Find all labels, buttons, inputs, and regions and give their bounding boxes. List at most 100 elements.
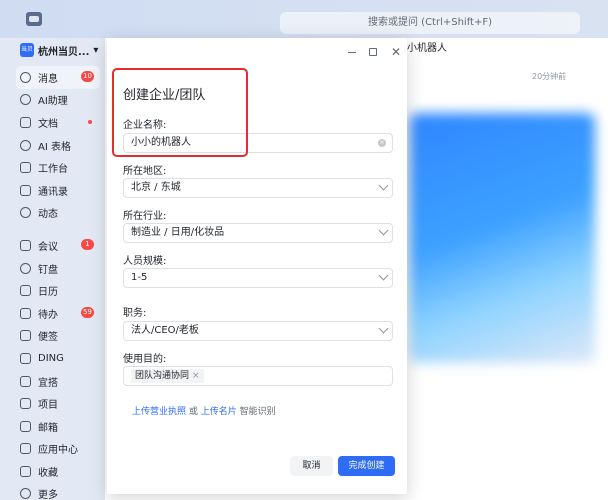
project-icon xyxy=(20,398,31,410)
sidebar-item-label: 通讯录 xyxy=(38,186,68,198)
message-timestamp: 20分钟前 xyxy=(532,72,567,81)
red-highlight-box xyxy=(112,68,248,157)
sidebar-item-docs[interactable]: 文档 xyxy=(20,111,100,134)
ai-assistant-icon xyxy=(20,94,31,106)
upload-suffix-text: 智能识别 xyxy=(236,407,276,417)
org-avatar: 当贝 xyxy=(20,43,34,57)
sidebar-item-label: 更多 xyxy=(38,490,58,500)
message-icon xyxy=(20,71,31,83)
sidebar-item-label: 邮箱 xyxy=(38,422,58,434)
sidebar-item-todo[interactable]: 待办 59 xyxy=(20,302,100,325)
unread-badge: 59 xyxy=(81,306,94,318)
sidebar-item-label: 便签 xyxy=(38,332,58,344)
chevron-down-icon xyxy=(378,225,389,236)
org-switcher[interactable]: 当贝 杭州当贝... ▾ xyxy=(20,40,98,60)
region-value: 北京 / 东城 xyxy=(131,182,181,193)
top-bar: 搜索或提问 (Ctrl+Shift+F) xyxy=(0,0,608,38)
sidebar-item-workbench[interactable]: 工作台 xyxy=(20,156,100,179)
notification-dot xyxy=(88,120,92,125)
sidebar-nav: 消息 10 AI助理 文档 AI 表格 工作台 通讯录 动态 会议 1 钉盘 日历 … xyxy=(16,66,100,500)
sidebar-item-label: 会议 xyxy=(38,241,58,253)
sidebar-item-label: AI 表格 xyxy=(38,141,71,153)
unread-badge: 1 xyxy=(81,239,94,251)
sidebar-item-label: 消息 xyxy=(38,73,58,85)
sidebar-item-messages[interactable]: 消息 10 xyxy=(16,66,100,89)
favorites-icon xyxy=(20,465,31,477)
close-icon[interactable]: ✕ xyxy=(391,46,401,58)
minimize-icon[interactable] xyxy=(347,47,357,57)
ai-table-icon xyxy=(20,139,31,151)
org-name: 杭州当贝... xyxy=(38,46,90,58)
maximize-icon[interactable] xyxy=(369,48,377,56)
workbench-icon xyxy=(20,162,31,174)
purpose-label: 使用目的: xyxy=(123,354,167,365)
document-icon xyxy=(20,116,31,128)
sidebar-item-project[interactable]: 项目 xyxy=(20,392,100,415)
unread-badge: 10 xyxy=(81,71,94,82)
sidebar-item-ding[interactable]: DING xyxy=(20,347,100,370)
purpose-tag: 团队沟通协同 × xyxy=(131,369,204,383)
note-icon xyxy=(20,330,31,342)
sidebar-item-label: 项目 xyxy=(38,400,58,412)
company-size-value: 1-5 xyxy=(131,272,148,283)
job-title-label: 职务: xyxy=(123,308,147,319)
sidebar-item-favorites[interactable]: 收藏 xyxy=(20,460,100,483)
complete-creation-button[interactable]: 完成创建 xyxy=(338,456,395,476)
sidebar-item-meeting[interactable]: 会议 1 xyxy=(20,234,100,257)
purpose-tag-label: 团队沟通协同 xyxy=(135,371,190,381)
chevron-down-icon xyxy=(378,270,389,281)
chat-title: 小机器人 xyxy=(407,43,447,54)
sidebar-item-label: 文档 xyxy=(38,118,58,130)
sidebar-item-drive[interactable]: 钉盘 xyxy=(20,257,100,280)
sidebar-item-yida[interactable]: 宜搭 xyxy=(20,370,100,393)
upload-card-link[interactable]: 上传名片 xyxy=(201,407,237,417)
cancel-button[interactable]: 取消 xyxy=(290,456,333,476)
region-label: 所在地区: xyxy=(123,166,167,177)
tag-remove-icon[interactable]: × xyxy=(192,371,200,381)
mail-icon xyxy=(20,420,31,432)
sidebar-item-ai-assistant[interactable]: AI助理 xyxy=(20,89,100,112)
chevron-down-icon xyxy=(378,180,389,191)
sidebar: 当贝 杭州当贝... ▾ 消息 10 AI助理 文档 AI 表格 工作台 通讯录 … xyxy=(0,38,105,500)
company-size-select[interactable]: 1-5 xyxy=(123,268,393,288)
purpose-multiselect[interactable]: 团队沟通协同 × xyxy=(123,366,393,386)
sidebar-item-app-center[interactable]: 应用中心 xyxy=(20,438,100,461)
industry-label: 所在行业: xyxy=(123,211,167,222)
sidebar-item-ai-table[interactable]: AI 表格 xyxy=(20,134,100,157)
sidebar-item-calendar[interactable]: 日历 xyxy=(20,279,100,302)
industry-select[interactable]: 制造业 / 日用/化妆品 xyxy=(123,223,393,243)
global-search-input[interactable]: 搜索或提问 (Ctrl+Shift+F) xyxy=(280,12,580,34)
calendar-icon xyxy=(20,285,31,297)
sidebar-item-more[interactable]: 更多 xyxy=(20,483,100,500)
app-logo-icon[interactable] xyxy=(26,12,42,26)
job-title-value: 法人/CEO/老板 xyxy=(131,325,199,336)
sidebar-item-label: DING xyxy=(38,352,64,364)
sidebar-item-label: 工作台 xyxy=(38,164,68,176)
sidebar-item-label: 应用中心 xyxy=(38,445,78,457)
clear-input-icon[interactable]: × xyxy=(378,139,386,147)
sidebar-item-notes[interactable]: 便签 xyxy=(20,325,100,348)
sidebar-item-label: 钉盘 xyxy=(38,264,58,276)
job-title-select[interactable]: 法人/CEO/老板 xyxy=(123,321,393,341)
region-select[interactable]: 北京 / 东城 xyxy=(123,178,393,198)
chevron-down-icon xyxy=(378,323,389,334)
more-icon xyxy=(20,488,31,500)
sidebar-item-mail[interactable]: 邮箱 xyxy=(20,415,100,438)
sidebar-item-contacts[interactable]: 通讯录 xyxy=(20,179,100,202)
upload-or-text: 或 xyxy=(186,407,201,417)
sidebar-item-activity[interactable]: 动态 xyxy=(20,202,100,225)
sidebar-item-label: 日历 xyxy=(38,287,58,299)
upload-hint: 上传营业执照 或 上传名片 智能识别 xyxy=(132,404,276,417)
meeting-icon xyxy=(20,239,31,251)
todo-icon xyxy=(20,307,31,319)
sidebar-item-label: 待办 xyxy=(38,309,58,321)
sidebar-item-label: 动态 xyxy=(38,209,58,221)
sidebar-item-label: 收藏 xyxy=(38,467,58,479)
cloud-drive-icon xyxy=(20,262,31,274)
sidebar-item-label: 宜搭 xyxy=(38,377,58,389)
activity-icon xyxy=(20,207,31,219)
blurred-image-message[interactable] xyxy=(410,113,595,363)
chevron-down-icon: ▾ xyxy=(93,44,99,56)
ding-icon xyxy=(20,352,31,364)
upload-license-link[interactable]: 上传营业执照 xyxy=(132,407,186,417)
